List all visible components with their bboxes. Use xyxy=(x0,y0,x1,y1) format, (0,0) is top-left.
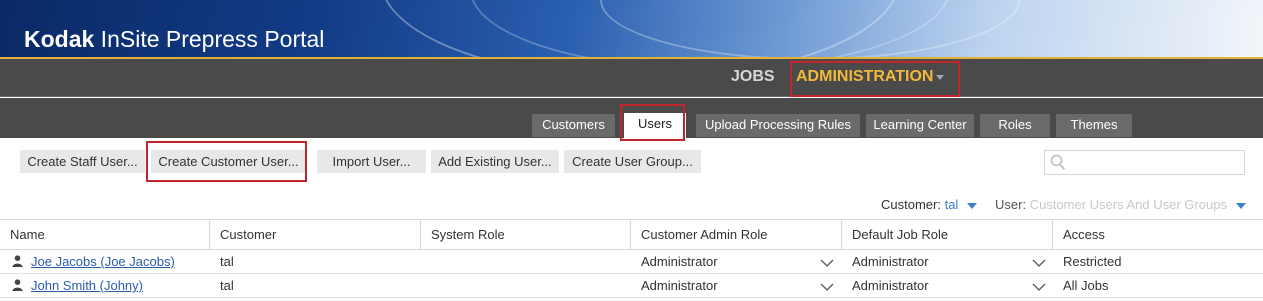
table-row: John Smith (Johny) tal Administrator Adm… xyxy=(0,274,1263,298)
user-name-link[interactable]: Joe Jacobs (Joe Jacobs) xyxy=(31,254,175,269)
column-header-customer-admin-role[interactable]: Customer Admin Role xyxy=(631,220,842,250)
search-input[interactable] xyxy=(1044,150,1245,175)
tab-users[interactable]: Users xyxy=(624,113,686,138)
column-header-access[interactable]: Access xyxy=(1053,220,1263,250)
user-name-link[interactable]: John Smith (Johny) xyxy=(31,278,143,293)
app-title-brand: Kodak xyxy=(24,26,95,52)
table-header: Name Customer System Role Customer Admin… xyxy=(0,219,1263,250)
header-banner: Kodak InSite Prepress Portal xyxy=(0,0,1263,58)
default-job-role-select[interactable]: Administrator xyxy=(842,274,1042,298)
admin-tab-bar: Customers Users Upload Processing Rules … xyxy=(0,98,1263,138)
user-filter-value[interactable]: Customer Users And User Groups xyxy=(1030,197,1227,212)
import-user-button[interactable]: Import User... xyxy=(317,150,426,173)
nav-administration[interactable]: ADMINISTRATION xyxy=(796,68,933,86)
access-cell: All Jobs xyxy=(1063,278,1109,293)
user-name-cell: John Smith (Johny) xyxy=(21,274,210,298)
add-existing-user-button[interactable]: Add Existing User... xyxy=(431,150,559,173)
chevron-down-icon[interactable] xyxy=(820,283,834,291)
chevron-down-icon[interactable] xyxy=(1032,283,1046,291)
caret-down-icon[interactable] xyxy=(936,75,944,80)
chevron-down-icon[interactable] xyxy=(820,259,834,267)
tab-upload-processing-rules[interactable]: Upload Processing Rules xyxy=(696,114,860,137)
column-header-name[interactable]: Name xyxy=(0,220,210,250)
caret-down-icon[interactable] xyxy=(1235,202,1246,209)
default-job-role-select[interactable]: Administrator xyxy=(842,250,1042,274)
customer-filter-label: Customer: xyxy=(881,197,941,212)
user-filter-label: User: xyxy=(995,197,1027,212)
column-header-customer[interactable]: Customer xyxy=(210,220,421,250)
app-title-rest: InSite Prepress Portal xyxy=(94,26,325,52)
search-icon xyxy=(1050,154,1066,171)
create-staff-user-button[interactable]: Create Staff User... xyxy=(20,150,145,173)
tab-learning-center[interactable]: Learning Center xyxy=(866,114,974,137)
customer-admin-role-select[interactable]: Administrator xyxy=(631,250,831,274)
customer-cell: tal xyxy=(220,254,234,269)
nav-jobs[interactable]: JOBS xyxy=(731,68,775,86)
tab-customers[interactable]: Customers xyxy=(532,114,615,137)
tab-roles[interactable]: Roles xyxy=(980,114,1050,137)
top-navigation: JOBS ADMINISTRATION xyxy=(0,59,1263,97)
caret-down-icon[interactable] xyxy=(966,202,977,209)
users-toolbar: Create Staff User... Create Customer Use… xyxy=(0,138,1263,220)
customer-filter[interactable]: Customer: tal xyxy=(881,197,977,212)
access-cell: Restricted xyxy=(1063,254,1122,269)
tab-themes[interactable]: Themes xyxy=(1056,114,1132,137)
user-filter[interactable]: User: Customer Users And User Groups xyxy=(995,197,1246,212)
user-name-cell: Joe Jacobs (Joe Jacobs) xyxy=(21,250,210,274)
column-header-default-job-role[interactable]: Default Job Role xyxy=(842,220,1053,250)
customer-admin-role-select[interactable]: Administrator xyxy=(631,274,831,298)
system-role-cell xyxy=(421,274,631,298)
customer-filter-value[interactable]: tal xyxy=(945,197,959,212)
create-customer-user-button[interactable]: Create Customer User... xyxy=(151,150,306,173)
column-header-system-role[interactable]: System Role xyxy=(421,220,631,250)
chevron-down-icon[interactable] xyxy=(1032,259,1046,267)
customer-cell: tal xyxy=(220,278,234,293)
app-title: Kodak InSite Prepress Portal xyxy=(24,26,324,53)
create-user-group-button[interactable]: Create User Group... xyxy=(564,150,701,173)
table-row: Joe Jacobs (Joe Jacobs) tal Administrato… xyxy=(0,250,1263,274)
system-role-cell xyxy=(421,250,631,274)
